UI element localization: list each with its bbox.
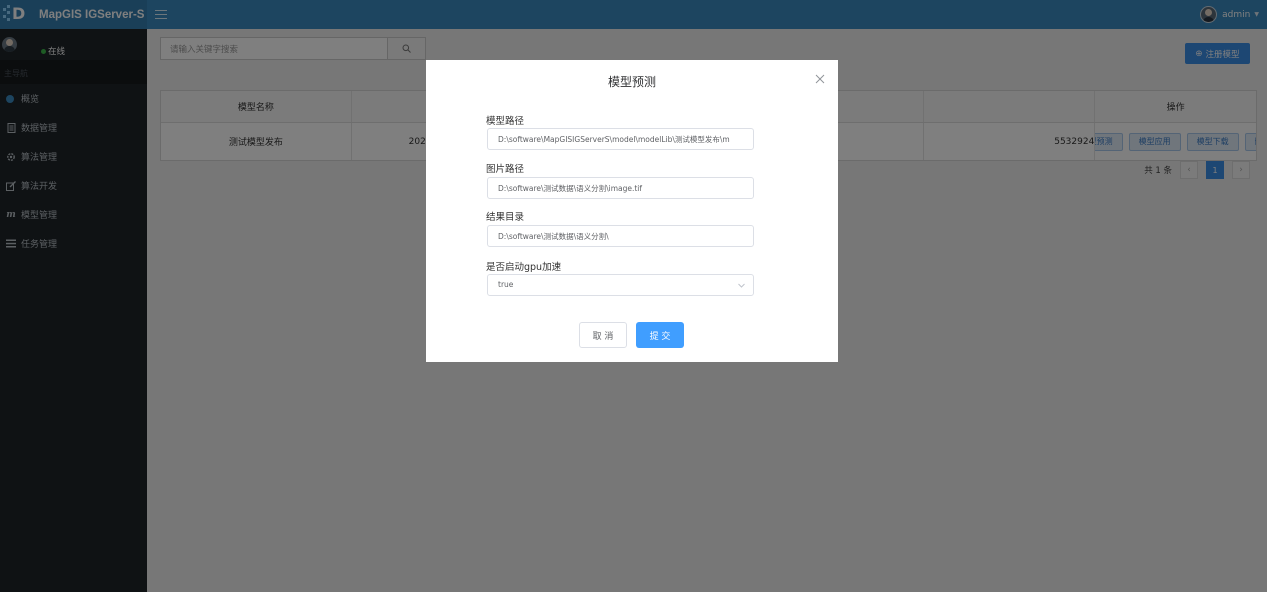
cancel-button[interactable]: 取 消 <box>579 322 627 348</box>
image-path-label: 图片路径 <box>486 164 525 175</box>
result-dir-label: 结果目录 <box>486 212 525 223</box>
dialog-title: 模型预测 <box>607 75 656 89</box>
model-path-input[interactable]: D:\software\MapGISIGServerS\model\modelL… <box>487 128 754 150</box>
gpu-select[interactable]: true <box>487 274 754 296</box>
gpu-select-value: true <box>498 280 514 289</box>
result-dir-input[interactable]: D:\software\测试数据\语义分割\ <box>487 225 754 247</box>
submit-button[interactable]: 提 交 <box>636 322 684 348</box>
predict-dialog: 模型预测 模型路径 D:\software\MapGISIGServerS\mo… <box>426 60 838 362</box>
chevron-down-icon <box>738 283 745 288</box>
close-icon[interactable] <box>815 74 825 84</box>
image-path-input[interactable]: D:\software\测试数据\语义分割\image.tif <box>487 177 754 199</box>
model-path-label: 模型路径 <box>486 116 525 127</box>
gpu-label: 是否启动gpu加速 <box>486 262 562 273</box>
